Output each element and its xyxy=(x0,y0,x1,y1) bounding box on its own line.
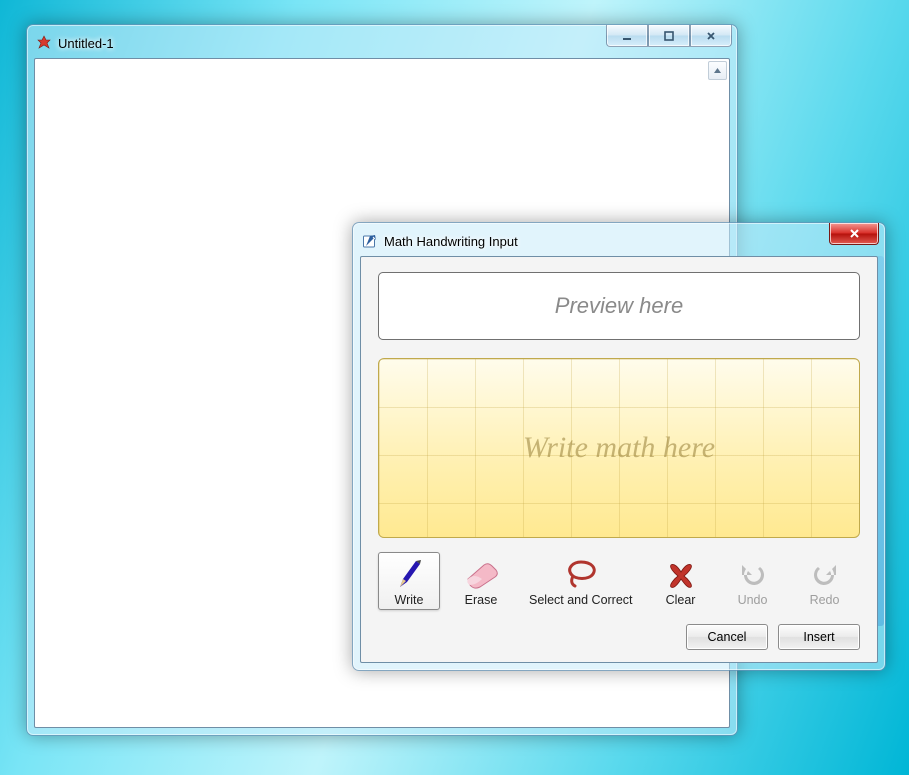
scroll-up-button[interactable] xyxy=(708,61,727,80)
preview-area: Preview here xyxy=(378,272,860,340)
dialog-window-controls xyxy=(829,223,879,245)
dialog-button-row: Cancel Insert xyxy=(378,624,860,650)
mathematica-icon xyxy=(36,35,52,51)
redo-icon xyxy=(810,557,840,591)
preview-placeholder: Preview here xyxy=(555,293,683,319)
minimize-button[interactable] xyxy=(606,25,648,47)
math-input-dialog: Math Handwriting Input Preview here Writ… xyxy=(352,222,886,671)
lasso-icon xyxy=(561,557,601,591)
insert-button[interactable]: Insert xyxy=(778,624,860,650)
pencil-note-icon xyxy=(362,233,378,249)
undo-tool[interactable]: Undo xyxy=(722,552,784,610)
write-label: Write xyxy=(395,593,424,607)
dialog-title: Math Handwriting Input xyxy=(384,234,518,249)
write-tool[interactable]: Write xyxy=(378,552,440,610)
editor-titlebar[interactable]: Untitled-1 xyxy=(34,32,730,58)
dialog-titlebar[interactable]: Math Handwriting Input xyxy=(360,230,878,256)
dialog-body: Preview here Write math here Write xyxy=(360,256,878,663)
clear-x-icon xyxy=(666,557,696,591)
undo-label: Undo xyxy=(738,593,768,607)
undo-icon xyxy=(738,557,768,591)
editor-title: Untitled-1 xyxy=(58,36,114,51)
pen-icon xyxy=(394,557,424,591)
dialog-close-button[interactable] xyxy=(829,223,879,245)
tool-row: Write Erase Select and Correct xyxy=(378,552,860,610)
redo-tool[interactable]: Redo xyxy=(794,552,856,610)
erase-tool[interactable]: Erase xyxy=(450,552,512,610)
erase-label: Erase xyxy=(465,593,498,607)
editor-window-controls xyxy=(606,25,732,47)
handwriting-canvas[interactable]: Write math here xyxy=(378,358,860,538)
maximize-button[interactable] xyxy=(648,25,690,47)
cancel-button[interactable]: Cancel xyxy=(686,624,768,650)
clear-label: Clear xyxy=(666,593,696,607)
clear-tool[interactable]: Clear xyxy=(650,552,712,610)
eraser-icon xyxy=(462,557,500,591)
redo-label: Redo xyxy=(810,593,840,607)
select-correct-tool[interactable]: Select and Correct xyxy=(522,552,640,610)
select-correct-label: Select and Correct xyxy=(529,593,633,607)
canvas-placeholder: Write math here xyxy=(523,431,715,465)
close-button[interactable] xyxy=(690,25,732,47)
